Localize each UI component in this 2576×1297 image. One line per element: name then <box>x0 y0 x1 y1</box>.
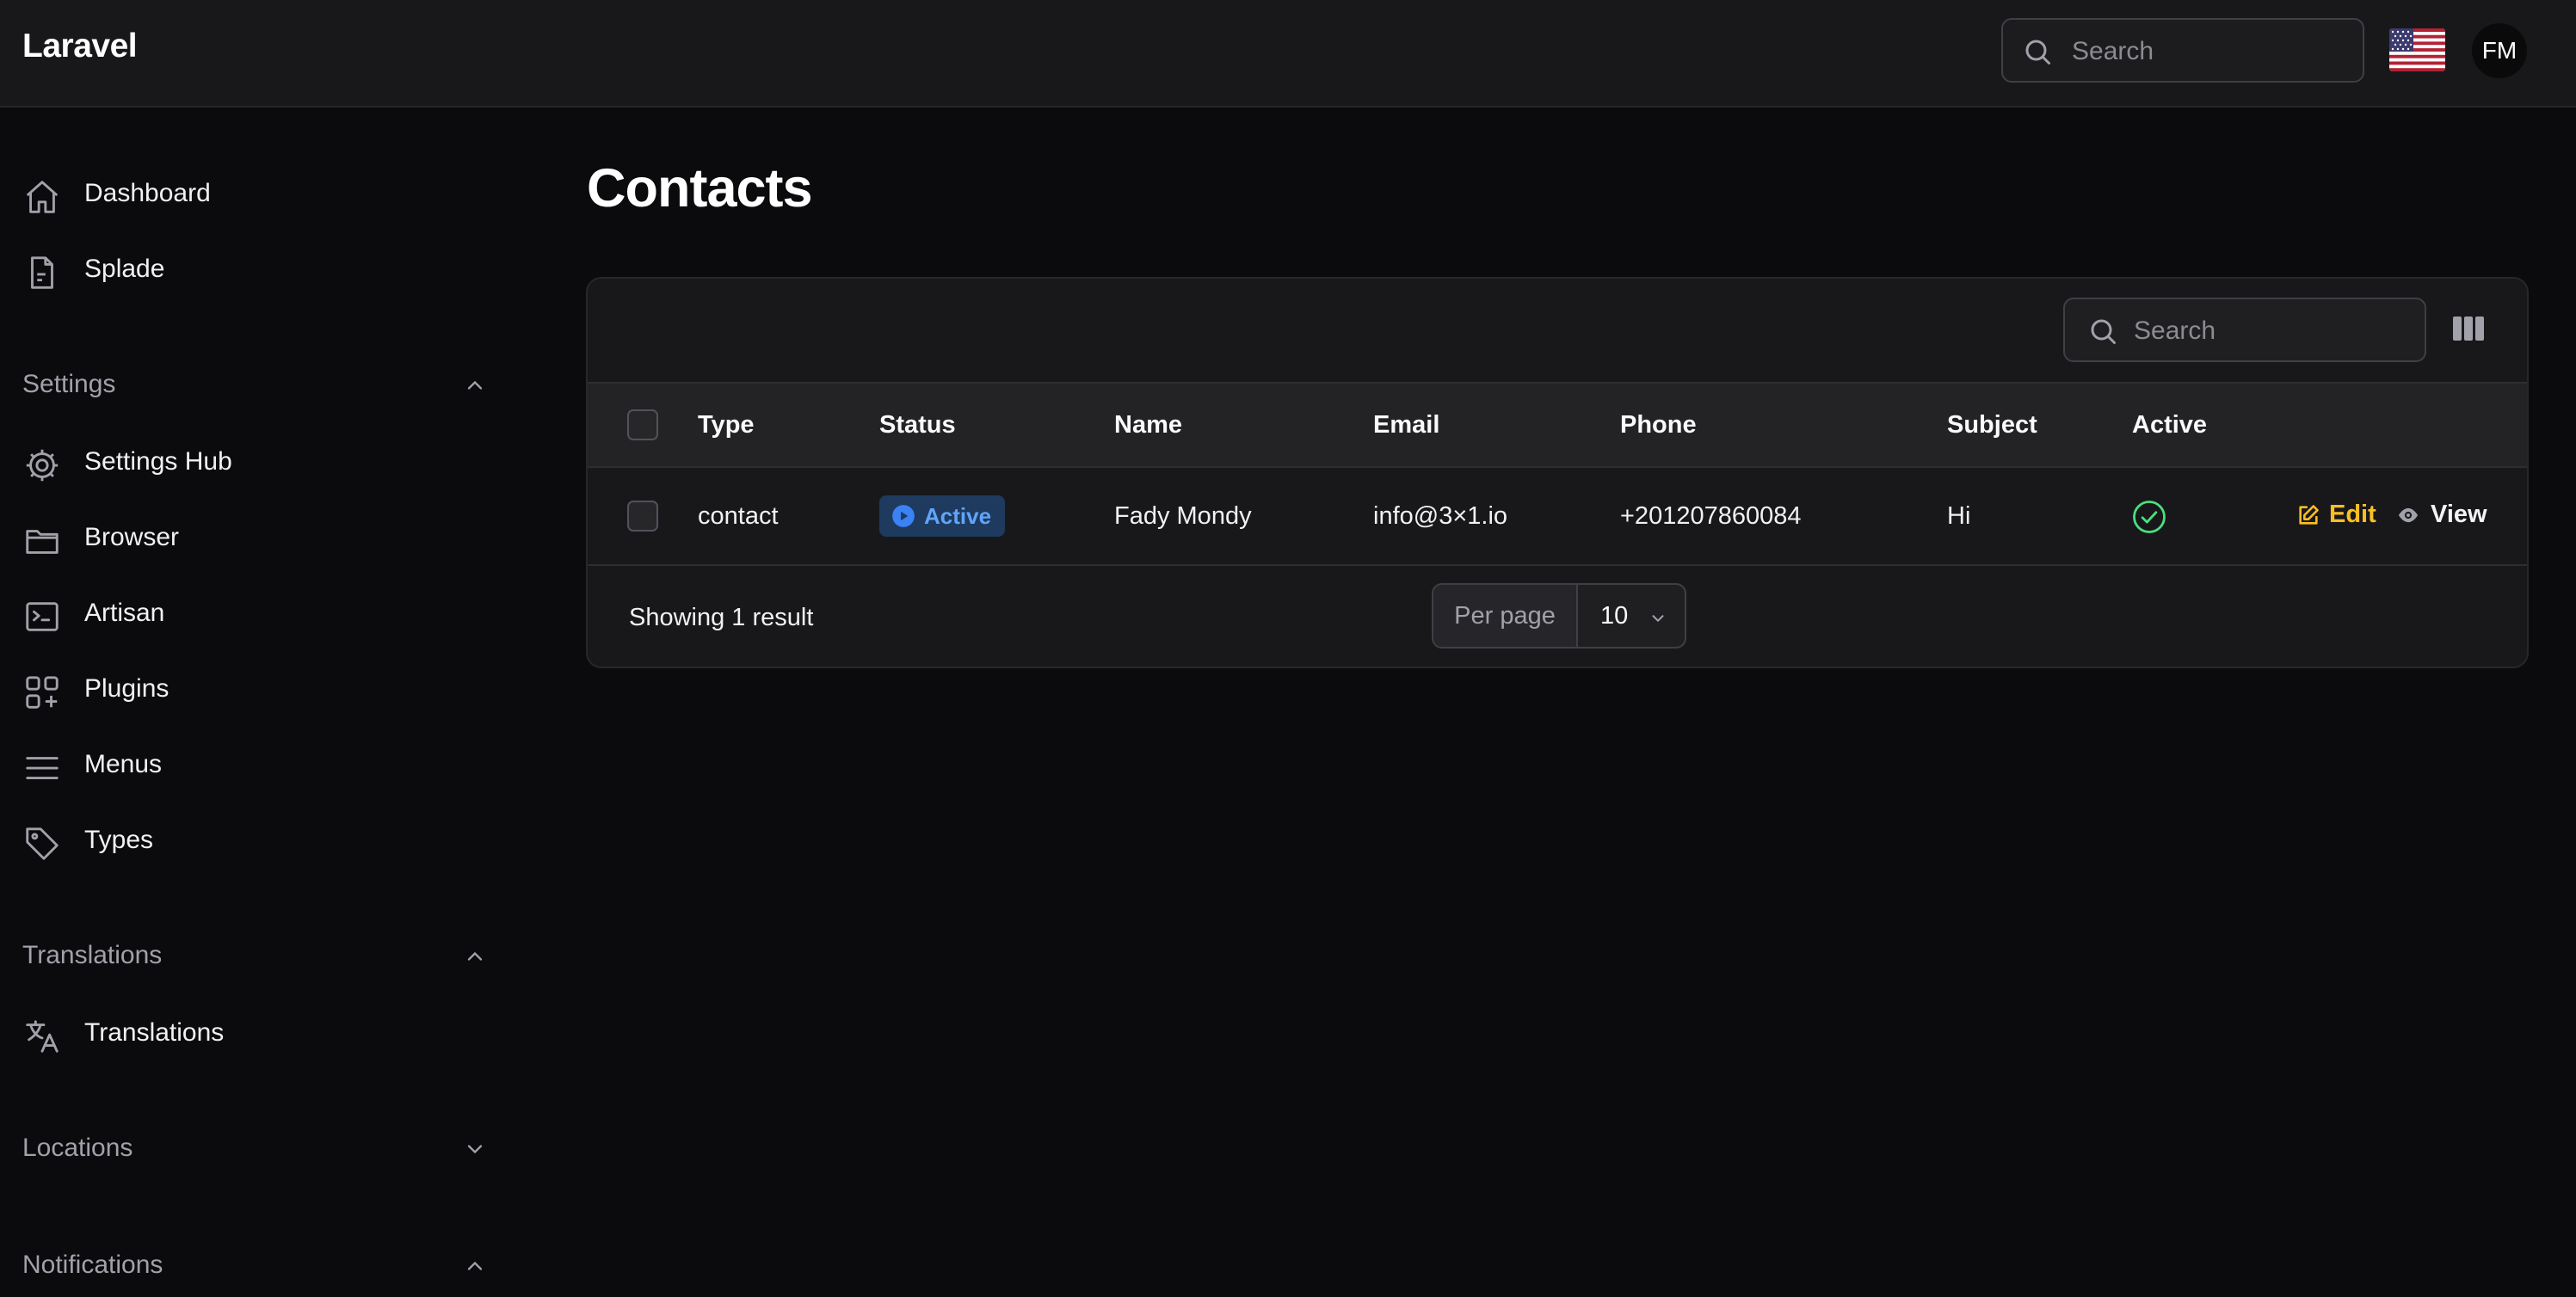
document-icon <box>22 253 62 292</box>
home-icon <box>22 177 62 217</box>
plugins-icon <box>22 673 62 712</box>
sidebar-item-label: Menus <box>84 750 163 778</box>
sidebar-item-browser[interactable]: Browser <box>22 513 487 564</box>
terminal-icon <box>22 597 62 636</box>
chevron-down-icon <box>1649 609 1667 628</box>
per-page-select[interactable]: Per page 10 <box>1432 583 1686 648</box>
per-page-label: Per page <box>1433 585 1578 647</box>
brand-logo[interactable]: Laravel <box>22 28 138 65</box>
edit-label: Edit <box>2329 501 2376 528</box>
column-header-subject[interactable]: Subject <box>1947 411 2037 440</box>
sidebar-item-splade[interactable]: Splade <box>22 244 487 296</box>
results-summary: Showing 1 result <box>629 604 814 631</box>
sidebar-group-title: Locations <box>22 1134 133 1162</box>
us-flag-icon[interactable] <box>2389 28 2445 71</box>
cell-subject: Hi <box>1947 502 1971 530</box>
sidebar-group-translations[interactable]: Translations <box>22 936 487 979</box>
column-header-active[interactable]: Active <box>2132 411 2207 440</box>
sidebar-item-label: Artisan <box>84 599 165 627</box>
sidebar-item-label: Dashboard <box>84 179 211 207</box>
sidebar-item-types[interactable]: Types <box>22 815 487 867</box>
column-header-name[interactable]: Name <box>1114 411 1182 440</box>
sidebar-item-menus[interactable]: Menus <box>22 740 487 791</box>
sidebar-item-translations[interactable]: Translations <box>22 1008 487 1060</box>
chevron-up-icon <box>463 944 487 968</box>
sidebar-item-dashboard[interactable]: Dashboard <box>22 169 487 220</box>
cell-name: Fady Mondy <box>1114 502 1252 530</box>
cell-email: info@3×1.io <box>1373 502 1508 530</box>
table-search-placeholder: Search <box>2134 317 2216 345</box>
columns-toggle-icon[interactable] <box>2453 315 2484 342</box>
sidebar-item-label: Types <box>84 826 154 854</box>
status-badge: Active <box>879 495 1006 537</box>
cell-type: contact <box>698 502 779 530</box>
play-circle-icon <box>891 504 915 528</box>
sidebar-item-artisan[interactable]: Artisan <box>22 588 487 640</box>
page-title: Contacts <box>587 158 813 218</box>
cell-phone: +201207860084 <box>1620 502 1802 530</box>
sidebar-item-settings-hub[interactable]: Settings Hub <box>22 437 487 489</box>
sidebar-group-locations[interactable]: Locations <box>22 1128 487 1171</box>
row-select-checkbox[interactable] <box>627 501 658 532</box>
chevron-up-icon <box>463 1254 487 1278</box>
view-button[interactable]: View <box>2394 501 2487 529</box>
edit-button[interactable]: Edit <box>2296 501 2376 529</box>
sidebar-group-settings[interactable]: Settings <box>22 365 487 408</box>
search-icon <box>2022 36 2053 67</box>
column-header-status[interactable]: Status <box>879 411 956 440</box>
user-avatar[interactable]: FM <box>2472 23 2527 78</box>
sidebar-group-title: Settings <box>22 370 116 398</box>
column-header-email[interactable]: Email <box>1373 411 1439 440</box>
sidebar-item-plugins[interactable]: Plugins <box>22 664 487 716</box>
sidebar-item-label: Translations <box>84 1018 225 1047</box>
global-search-placeholder: Search <box>2072 37 2154 65</box>
sidebar-item-label: Plugins <box>84 674 169 703</box>
select-all-checkbox[interactable] <box>627 409 658 440</box>
per-page-value: 10 <box>1600 602 1629 630</box>
eye-icon <box>2394 503 2422 527</box>
status-badge-label: Active <box>924 502 992 529</box>
contacts-table-card: Search Type Status Name Email Phone Subj… <box>586 277 2529 668</box>
sidebar: Dashboard Splade Settings Settings Hub B… <box>0 109 516 1297</box>
folder-icon <box>22 521 62 561</box>
check-circle-icon <box>2131 499 2167 535</box>
global-search-input[interactable]: Search <box>2001 18 2364 83</box>
table-row: contact Active Fady Mondy info@3×1.io +2… <box>588 468 2527 566</box>
sidebar-group-title: Translations <box>22 941 163 969</box>
column-header-type[interactable]: Type <box>698 411 755 440</box>
view-label: View <box>2431 501 2487 528</box>
gear-icon <box>22 446 62 485</box>
search-icon <box>2087 316 2118 347</box>
sidebar-group-title: Notifications <box>22 1251 163 1279</box>
sidebar-group-notifications[interactable]: Notifications <box>22 1245 487 1288</box>
edit-icon <box>2296 503 2320 527</box>
sidebar-item-label: Settings Hub <box>84 447 232 476</box>
table-search-input[interactable]: Search <box>2063 298 2426 362</box>
column-header-phone[interactable]: Phone <box>1620 411 1697 440</box>
top-bar: Laravel Search FM <box>0 0 2576 108</box>
sidebar-item-label: Browser <box>84 523 180 551</box>
menu-icon <box>22 748 62 788</box>
tag-icon <box>22 824 62 864</box>
chevron-up-icon <box>463 373 487 397</box>
sidebar-item-label: Splade <box>84 255 165 283</box>
translate-icon <box>22 1017 62 1056</box>
table-header: Type Status Name Email Phone Subject Act… <box>588 382 2527 468</box>
chevron-down-icon <box>463 1137 487 1161</box>
